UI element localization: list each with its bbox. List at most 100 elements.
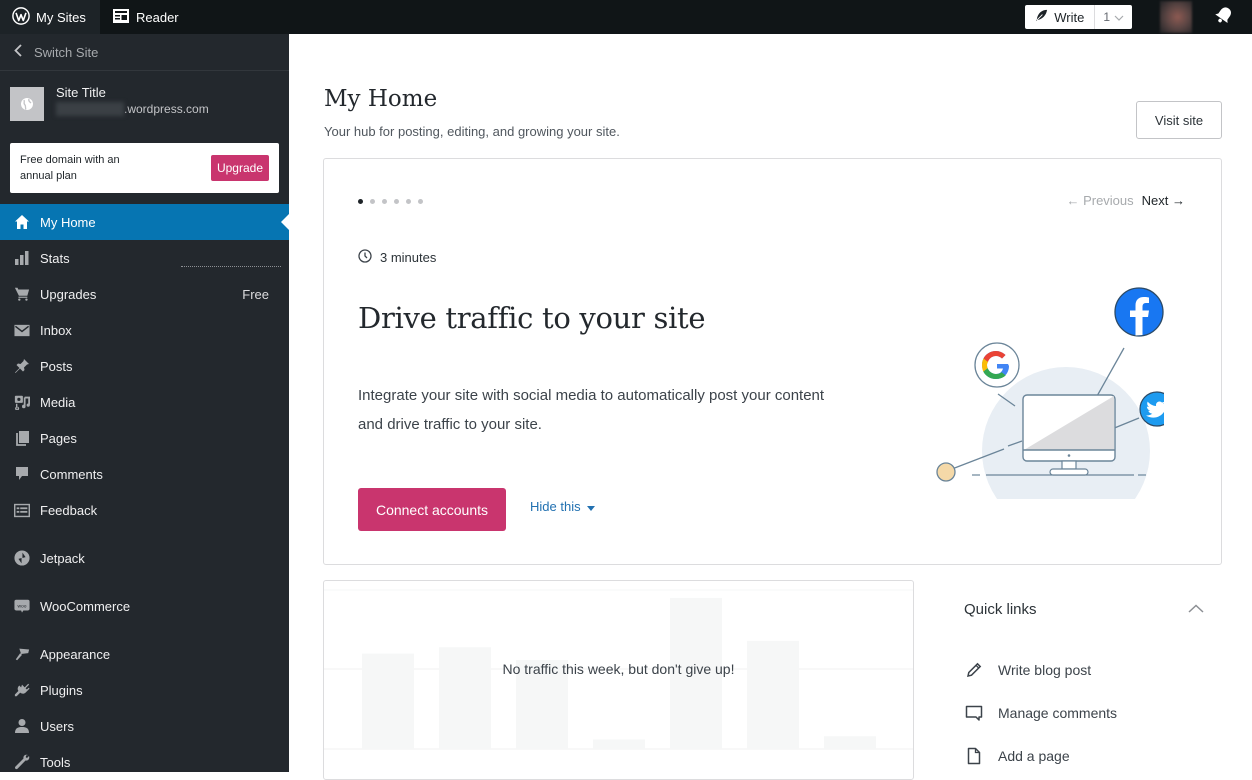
my-sites-label: My Sites — [36, 10, 86, 25]
sidebar-item-my-home[interactable]: My Home — [0, 204, 289, 240]
write-button-group: Write 1 — [1025, 5, 1132, 29]
pager-dot[interactable] — [418, 199, 423, 204]
sidebar-item-feedback[interactable]: Feedback — [0, 492, 289, 528]
pager-dot[interactable] — [358, 199, 363, 204]
placeholder-traffic-chart — [324, 581, 914, 780]
quick-links-header[interactable]: Quick links — [964, 600, 1204, 618]
nav-spacer — [0, 576, 289, 588]
task-duration: 3 minutes — [358, 249, 436, 266]
pager-dot[interactable] — [394, 199, 399, 204]
quick-links-title: Quick links — [964, 601, 1037, 618]
sidebar-item-label: Comments — [40, 467, 103, 482]
google-icon — [975, 343, 1019, 387]
current-site[interactable]: Site Title .wordpress.com — [0, 71, 289, 143]
chevron-down-icon — [1114, 10, 1124, 24]
sidebar-item-users[interactable]: Users — [0, 708, 289, 744]
placeholder-bar — [593, 739, 645, 749]
sidebar-item-jetpack[interactable]: Jetpack — [0, 540, 289, 576]
facebook-icon — [1115, 288, 1163, 336]
domain-upsell-nudge: Free domain with an annual plan Upgrade — [10, 143, 279, 193]
drafts-dropdown[interactable]: 1 — [1095, 5, 1132, 29]
placeholder-bar — [824, 736, 876, 749]
decorative-dot — [937, 463, 955, 481]
user-avatar[interactable] — [1160, 1, 1192, 33]
sidebar-item-label: Pages — [40, 431, 77, 446]
sidebar-item-plugins[interactable]: Plugins — [0, 672, 289, 708]
stats-icon — [14, 250, 30, 266]
wrench-icon — [14, 754, 30, 770]
social-illustration — [924, 279, 1164, 499]
visit-site-button[interactable]: Visit site — [1136, 101, 1222, 139]
hide-task-button[interactable]: Hide this — [530, 499, 595, 514]
task-pager: ← Previous Next → — [1066, 193, 1185, 208]
sidebar-nav: My Home Stats Upgrades Free Inbox — [0, 204, 289, 780]
pager-dot[interactable] — [382, 199, 387, 204]
sidebar-item-tools[interactable]: Tools — [0, 744, 289, 780]
chevron-up-icon[interactable] — [1188, 600, 1204, 618]
my-sites-button[interactable]: My Sites — [0, 0, 100, 34]
sidebar-item-label: Stats — [40, 251, 70, 266]
stats-card: No traffic this week, but don't give up! — [323, 580, 914, 780]
placeholder-bar — [747, 641, 799, 749]
sidebar-item-appearance[interactable]: Appearance — [0, 636, 289, 672]
task-card: ← Previous Next → 3 minutes Drive traffi… — [323, 158, 1222, 565]
brush-icon — [14, 646, 30, 662]
sidebar-item-label: WooCommerce — [40, 599, 130, 614]
previous-button[interactable]: ← Previous — [1066, 193, 1133, 208]
comment-outline-icon — [964, 703, 984, 723]
user-icon — [14, 718, 30, 734]
reader-icon — [112, 8, 130, 27]
quick-link-label: Write blog post — [998, 662, 1091, 678]
reader-button[interactable]: Reader — [100, 0, 189, 34]
masterbar: My Sites Reader Write 1 — [0, 0, 1252, 34]
duration-label: 3 minutes — [380, 250, 436, 265]
sidebar-item-label: Media — [40, 395, 75, 410]
sidebar-item-upgrades[interactable]: Upgrades Free — [0, 276, 289, 312]
plugin-icon — [14, 682, 30, 698]
sidebar-item-label: Inbox — [40, 323, 72, 338]
next-button[interactable]: Next → — [1142, 193, 1185, 208]
sidebar-item-label: Appearance — [40, 647, 110, 662]
upgrade-button[interactable]: Upgrade — [211, 155, 269, 181]
sidebar-item-posts[interactable]: Posts — [0, 348, 289, 384]
site-url-suffix: .wordpress.com — [124, 102, 209, 116]
sidebar-item-media[interactable]: Media — [0, 384, 289, 420]
pager-dot[interactable] — [406, 199, 411, 204]
mail-icon — [14, 322, 30, 338]
sidebar-item-label: Feedback — [40, 503, 97, 518]
quick-link-write-blog-post[interactable]: Write blog post — [964, 648, 1117, 691]
reader-label: Reader — [136, 10, 179, 25]
sidebar: Switch Site Site Title .wordpress.com Fr… — [0, 34, 289, 772]
jetpack-icon — [14, 550, 30, 566]
redacted-subdomain — [56, 102, 124, 116]
svg-text:woo: woo — [18, 604, 27, 609]
sidebar-item-inbox[interactable]: Inbox — [0, 312, 289, 348]
notifications-button[interactable] — [1206, 0, 1242, 34]
nav-spacer — [0, 528, 289, 540]
connect-accounts-button[interactable]: Connect accounts — [358, 488, 506, 531]
write-label: Write — [1054, 10, 1084, 25]
pages-icon — [14, 430, 30, 446]
sidebar-item-label: Plugins — [40, 683, 83, 698]
site-url: .wordpress.com — [56, 102, 209, 116]
switch-site-button[interactable]: Switch Site — [0, 34, 289, 71]
sidebar-item-label: Upgrades — [40, 287, 96, 302]
nav-spacer — [0, 624, 289, 636]
pencil-icon — [964, 660, 984, 680]
no-traffic-message: No traffic this week, but don't give up! — [324, 661, 913, 677]
quick-link-manage-comments[interactable]: Manage comments — [964, 691, 1117, 734]
sidebar-item-comments[interactable]: Comments — [0, 456, 289, 492]
feather-icon — [1035, 9, 1048, 25]
sidebar-item-stats[interactable]: Stats — [0, 240, 289, 276]
page-subtitle: Your hub for posting, editing, and growi… — [324, 124, 620, 139]
sidebar-item-pages[interactable]: Pages — [0, 420, 289, 456]
stats-sparkline — [181, 266, 281, 267]
pager-dot[interactable] — [370, 199, 375, 204]
main-content: My Home Your hub for posting, editing, a… — [289, 34, 1252, 772]
task-pager-dots — [358, 199, 423, 204]
write-button[interactable]: Write — [1025, 5, 1095, 29]
quick-link-add-a-page[interactable]: Add a page — [964, 734, 1117, 777]
pin-icon — [14, 358, 30, 374]
sidebar-item-woocommerce[interactable]: woo WooCommerce — [0, 588, 289, 624]
sidebar-item-label: My Home — [40, 215, 96, 230]
